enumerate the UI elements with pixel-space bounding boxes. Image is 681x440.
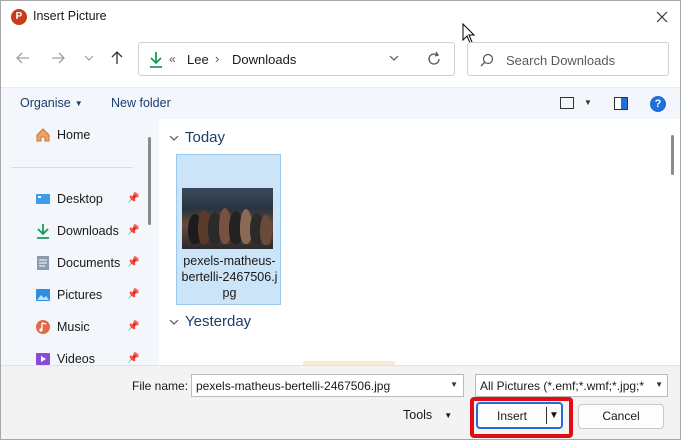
file-item[interactable]: pexels-matheus-bertelli-2467506.jpg (176, 154, 281, 305)
organise-label: Organise (20, 96, 71, 110)
download-icon (150, 52, 162, 68)
pin-icon: 📌 (127, 321, 140, 332)
sidebar-item-home[interactable]: Home (35, 124, 90, 146)
insert-options-caret-icon[interactable]: ▼ (549, 410, 559, 421)
address-bar[interactable]: « Lee › Downloads (138, 42, 455, 76)
up-button[interactable] (106, 47, 128, 69)
back-button[interactable] (12, 47, 34, 69)
file-type-value: All Pictures (*.emf;*.wmf;*.jpg;* (480, 379, 645, 393)
chevron-down-icon (169, 135, 179, 141)
sidebar-item-label: Documents (57, 256, 121, 270)
music-icon (35, 319, 51, 335)
recent-locations-button[interactable] (78, 47, 100, 69)
sidebar-item-label: Music (57, 320, 90, 334)
sidebar-item-label: Home (57, 128, 91, 142)
sidebar-item-label: Desktop (57, 192, 103, 206)
file-list: Today pexels-matheus-bertelli-2467506.jp… (159, 119, 680, 365)
sidebar-divider (11, 167, 133, 168)
content-scrollbar[interactable] (671, 135, 674, 175)
sidebar-item-videos[interactable]: Videos (35, 348, 95, 365)
sidebar-item-pictures[interactable]: Pictures (35, 284, 102, 306)
dialog-title: Insert Picture (33, 9, 107, 23)
pin-icon: 📌 (127, 289, 140, 300)
group-header-today[interactable]: Today (169, 129, 225, 146)
pin-icon: 📌 (127, 257, 140, 268)
pin-icon: 📌 (127, 193, 140, 204)
image-thumbnail (182, 188, 273, 249)
tools-button[interactable]: Tools ▼ (403, 408, 452, 422)
help-icon[interactable]: ? (650, 96, 666, 112)
title-bar: P Insert Picture (1, 1, 680, 44)
sidebar-item-music[interactable]: Music (35, 316, 90, 338)
sidebar-item-label: Downloads (57, 224, 119, 238)
cancel-button[interactable]: Cancel (578, 404, 664, 429)
sidebar-item-label: Videos (57, 352, 95, 365)
pin-icon: 📌 (127, 225, 140, 236)
close-button[interactable] (650, 5, 674, 29)
caret-down-icon: ▼ (74, 99, 83, 108)
group-header-yesterday[interactable]: Yesterday (169, 313, 251, 330)
refresh-icon[interactable] (426, 51, 442, 67)
sidebar-item-label: Pictures (57, 288, 103, 302)
insert-label: Insert (496, 409, 527, 423)
file-name-combobox[interactable]: ▼ (191, 374, 464, 397)
home-icon (35, 127, 51, 143)
navigation-bar: « Lee › Downloads (1, 33, 680, 87)
breadcrumb-lee[interactable]: Lee (187, 52, 209, 67)
file-name-label: pexels-matheus-bertelli-2467506.jpg (181, 254, 278, 300)
arrow-right-icon (52, 52, 65, 64)
command-bar: Organise ▼ New folder ▼ ? (1, 87, 680, 119)
chevron-down-icon (389, 55, 399, 61)
dialog-footer: File name: ▼ All Pictures (*.emf;*.wmf;*… (1, 365, 680, 439)
breadcrumb-downloads[interactable]: Downloads (232, 52, 296, 67)
group-label: Yesterday (185, 313, 252, 330)
new-folder-button[interactable]: New folder (111, 96, 171, 110)
view-mode-icon[interactable] (560, 97, 574, 109)
pictures-icon (35, 287, 51, 303)
pin-icon: 📌 (127, 353, 140, 364)
file-type-select[interactable]: All Pictures (*.emf;*.wmf;*.jpg;* ▼ (475, 374, 668, 397)
caret-down-icon: ▼ (444, 411, 453, 420)
split-divider (546, 407, 547, 424)
documents-icon (35, 255, 51, 271)
organise-button[interactable]: Organise ▼ (20, 96, 83, 110)
breadcrumb-separator[interactable]: › (215, 51, 219, 66)
file-name-label: File name: (132, 379, 189, 393)
chevron-down-icon (169, 319, 179, 325)
download-icon (35, 223, 51, 239)
group-label: Today (185, 129, 226, 146)
powerpoint-icon: P (11, 9, 27, 25)
sidebar-item-downloads[interactable]: Downloads (35, 220, 119, 242)
arrow-left-icon (16, 52, 29, 64)
insert-button[interactable]: Insert ▼ (476, 402, 563, 429)
sidebar-item-desktop[interactable]: Desktop (35, 188, 103, 210)
videos-icon (35, 351, 51, 365)
chevron-down-icon (84, 55, 94, 61)
view-options-caret-icon[interactable]: ▼ (584, 98, 592, 107)
forward-button[interactable] (47, 47, 69, 69)
navigation-pane: Home Desktop 📌 Downloads 📌 Documents 📌 P… (1, 119, 159, 365)
desktop-icon (35, 191, 51, 207)
overflow-chevron[interactable]: « (169, 52, 176, 66)
search-box[interactable] (467, 42, 669, 76)
close-icon (656, 11, 668, 23)
search-input[interactable] (506, 51, 661, 69)
address-dropdown[interactable] (389, 53, 399, 66)
sidebar-item-documents[interactable]: Documents (35, 252, 120, 274)
insert-picture-dialog: P Insert Picture « Lee › Downloads Searc… (0, 0, 681, 440)
file-name-input[interactable] (196, 377, 446, 395)
tools-label: Tools (403, 408, 433, 422)
chevron-down-icon[interactable]: ▼ (450, 380, 458, 389)
arrow-up-icon (111, 51, 123, 64)
chevron-down-icon[interactable]: ▼ (655, 380, 663, 389)
preview-pane-icon[interactable] (614, 97, 628, 110)
sidebar-scrollbar[interactable] (148, 137, 151, 225)
search-icon (480, 53, 494, 67)
